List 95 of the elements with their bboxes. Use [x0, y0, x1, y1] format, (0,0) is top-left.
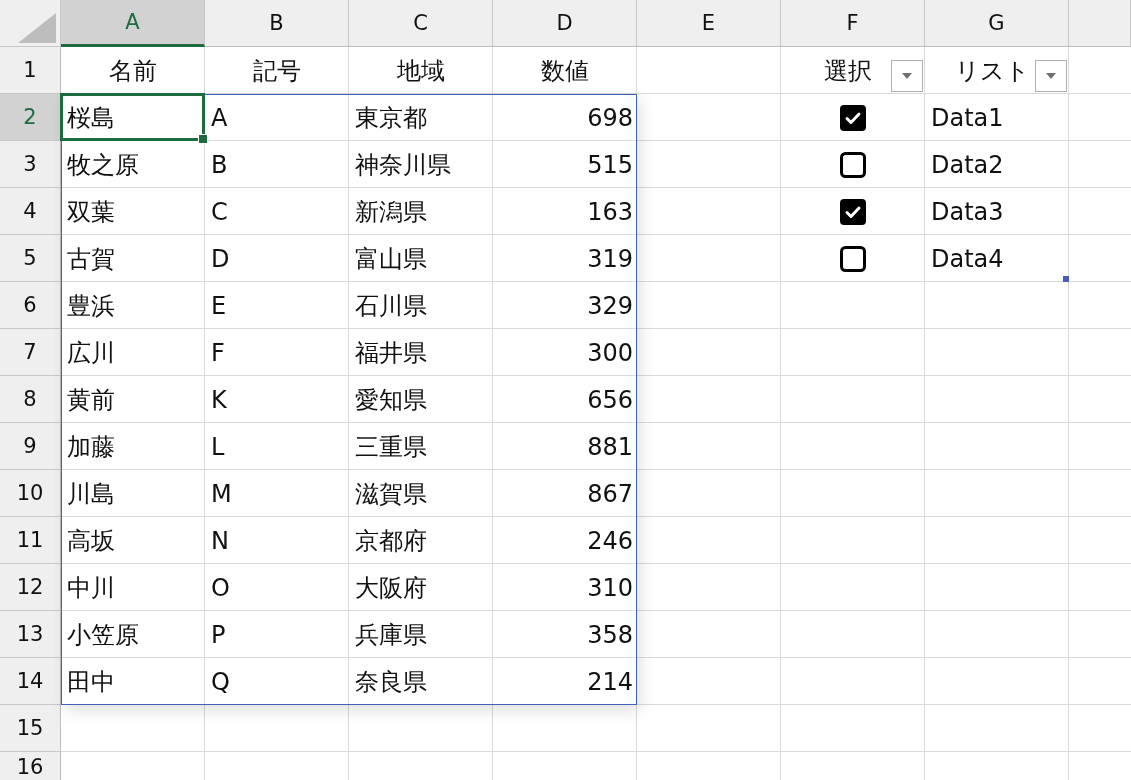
table-cell-text: 豊浜: [67, 290, 115, 322]
caret-icon: [902, 73, 912, 79]
row-header[interactable]: 9: [0, 423, 61, 470]
resize-handle[interactable]: [1063, 276, 1069, 282]
caret-icon: [1046, 73, 1056, 79]
row-header[interactable]: 2: [0, 94, 61, 141]
table-cell: K: [211, 385, 227, 414]
table-cell-text: 加藤: [67, 431, 115, 463]
table-cell: 163: [587, 197, 633, 226]
table-cell-text: 桜島: [67, 102, 115, 134]
table-cell: B: [211, 150, 228, 179]
table-cell-text: 黄前: [67, 384, 115, 416]
table-cell: O: [211, 573, 230, 602]
column-title: 地域: [397, 55, 445, 87]
table-cell: Data1: [931, 103, 1004, 132]
table-cell-text: 京都府: [355, 525, 427, 557]
row-header[interactable]: 8: [0, 376, 61, 423]
row-header[interactable]: 6: [0, 282, 61, 329]
table-cell: Data3: [931, 197, 1004, 226]
table-cell: 310: [587, 573, 633, 602]
table-cell: Data4: [931, 244, 1004, 273]
table-cell-text: 牧之原: [67, 149, 139, 181]
table-cell: 515: [587, 150, 633, 179]
table-cell-text: 富山県: [355, 243, 427, 275]
row-header[interactable]: 11: [0, 517, 61, 564]
table-cell-text: 愛知県: [355, 384, 427, 416]
filter-dropdown-button[interactable]: [1035, 60, 1067, 92]
table-cell-text: 古賀: [67, 243, 115, 275]
table-cell-text: 高坂: [67, 525, 115, 557]
table-cell-text: 田中: [67, 666, 115, 698]
row-header[interactable]: 3: [0, 141, 61, 188]
row-header[interactable]: 12: [0, 564, 61, 611]
table-cell: 300: [587, 338, 633, 367]
row-header[interactable]: 4: [0, 188, 61, 235]
checkbox[interactable]: [840, 245, 866, 272]
table-cell: D: [211, 244, 230, 273]
checkbox[interactable]: [840, 104, 866, 131]
column-title: 名前: [109, 55, 157, 87]
column-header[interactable]: B: [205, 0, 349, 47]
table-cell-text: 中川: [67, 572, 115, 604]
row-header[interactable]: 10: [0, 470, 61, 517]
table-cell: 698: [587, 103, 633, 132]
row-header[interactable]: 15: [0, 705, 61, 752]
table-cell: F: [211, 338, 225, 367]
column-title: リスト: [954, 55, 1030, 87]
column-title: 選択: [824, 55, 872, 87]
table-cell-text: 兵庫県: [355, 619, 427, 651]
table-cell-text: 双葉: [67, 196, 115, 228]
table-cell: E: [211, 291, 227, 320]
row-header[interactable]: 7: [0, 329, 61, 376]
table-cell: 319: [587, 244, 633, 273]
table-cell: 214: [587, 667, 633, 696]
row-header[interactable]: 1: [0, 47, 61, 94]
table-cell-text: 神奈川県: [355, 149, 451, 181]
column-header[interactable]: D: [493, 0, 637, 47]
table-cell-text: 大阪府: [355, 572, 427, 604]
row-header[interactable]: 14: [0, 658, 61, 705]
table-cell: L: [211, 432, 225, 461]
table-cell: 246: [587, 526, 633, 555]
table-cell: 358: [587, 620, 633, 649]
filter-dropdown-button[interactable]: [891, 60, 923, 92]
table-cell-text: 小笠原: [67, 619, 139, 651]
row-header[interactable]: 13: [0, 611, 61, 658]
column-header[interactable]: C: [349, 0, 493, 47]
table-cell-text: 三重県: [355, 431, 427, 463]
table-cell: P: [211, 620, 226, 649]
column-title: 記号: [253, 55, 301, 87]
table-cell-text: 福井県: [355, 337, 427, 369]
table-cell: C: [211, 197, 228, 226]
checkbox[interactable]: [840, 198, 866, 225]
table-cell: 656: [587, 385, 633, 414]
row-header[interactable]: 5: [0, 235, 61, 282]
table-cell-text: 新潟県: [355, 196, 427, 228]
table-cell: A: [211, 103, 228, 132]
table-cell: M: [211, 479, 232, 508]
table-cell: N: [211, 526, 229, 555]
fill-handle[interactable]: [198, 134, 208, 144]
table-cell: 329: [587, 291, 633, 320]
table-cell-text: 東京都: [355, 102, 427, 134]
table-cell: 867: [587, 479, 633, 508]
table-cell: Data2: [931, 150, 1004, 179]
table-cell-text: 石川県: [355, 290, 427, 322]
table-cell: 881: [587, 432, 633, 461]
table-cell-text: 奈良県: [355, 666, 427, 698]
row-header[interactable]: 16: [0, 752, 61, 780]
column-header[interactable]: A: [61, 0, 205, 47]
column-header[interactable]: G: [925, 0, 1069, 47]
table-cell-text: 川島: [67, 478, 115, 510]
column-title: 数値: [541, 55, 589, 87]
table-cell-text: 広川: [67, 337, 115, 369]
table-cell: Q: [211, 667, 230, 696]
column-header[interactable]: F: [781, 0, 925, 47]
column-header[interactable]: E: [637, 0, 781, 47]
table-cell-text: 滋賀県: [355, 478, 427, 510]
checkbox[interactable]: [840, 151, 866, 178]
